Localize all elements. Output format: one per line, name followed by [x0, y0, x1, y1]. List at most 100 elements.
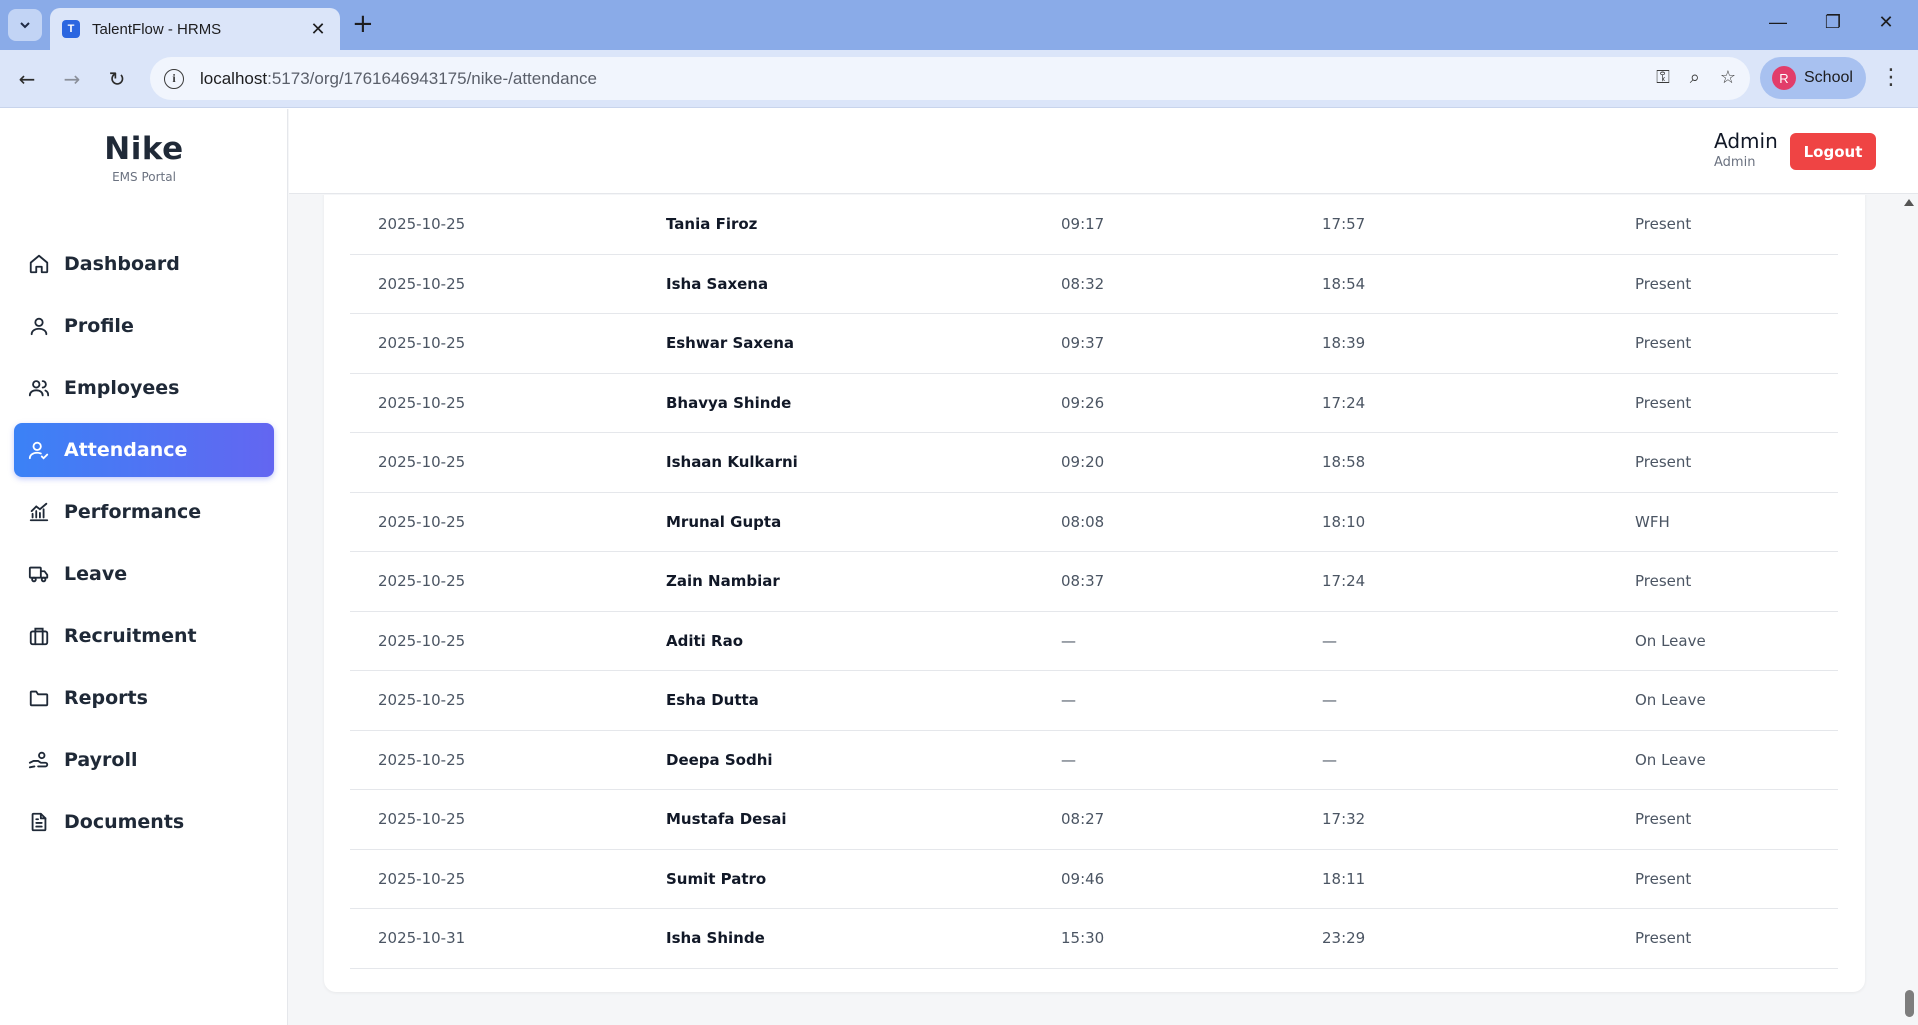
app-root: Nike EMS Portal Dashboard Profile Employ…: [0, 109, 1918, 1025]
sidebar-item-label: Payroll: [64, 749, 138, 771]
check-in-cell: 09:20: [1061, 453, 1105, 472]
status-cell: On Leave: [1635, 631, 1706, 650]
user-info: Admin Admin: [1714, 129, 1778, 170]
status-cell: On Leave: [1635, 691, 1706, 710]
tab-search-button[interactable]: [8, 9, 42, 41]
browser-toolbar: ← → ↻ i localhost:5173/org/1761646943175…: [0, 50, 1918, 108]
status-cell: Present: [1635, 810, 1692, 829]
new-tab-button[interactable]: +: [352, 10, 374, 38]
sidebar-item-employees[interactable]: Employees: [14, 361, 274, 415]
date-cell: 2025-10-25: [378, 274, 466, 293]
date-cell: 2025-10-25: [378, 572, 466, 591]
chevron-down-icon: [20, 22, 30, 29]
sidebar-nav: Dashboard Profile Employees Attendance P…: [14, 237, 274, 857]
page-scrollbar[interactable]: [1901, 195, 1918, 1025]
top-header: Admin Admin Logout: [289, 109, 1918, 194]
truck-icon: [28, 563, 50, 585]
star-icon[interactable]: ☆: [1720, 67, 1736, 88]
logout-button[interactable]: Logout: [1790, 133, 1876, 170]
status-cell: Present: [1635, 274, 1692, 293]
user-role: Admin: [1714, 155, 1756, 170]
brand-subtitle: EMS Portal: [112, 170, 176, 184]
sidebar-item-dashboard[interactable]: Dashboard: [14, 237, 274, 291]
sidebar-item-profile[interactable]: Profile: [14, 299, 274, 353]
date-cell: 2025-10-25: [378, 631, 466, 650]
url-text: localhost:5173/org/1761646943175/nike-/a…: [200, 69, 597, 89]
table-row: 2025-10-25 Ishaan Kulkarni 09:20 18:58 Prese…: [350, 433, 1838, 493]
sidebar-item-label: Leave: [64, 563, 128, 585]
tab-title: TalentFlow - HRMS: [92, 20, 222, 38]
sidebar-item-performance[interactable]: Performance: [14, 485, 274, 539]
window-close-icon[interactable]: ✕: [1874, 12, 1898, 33]
sidebar-item-label: Employees: [64, 377, 180, 399]
check-out-cell: —: [1322, 750, 1337, 769]
minimize-icon[interactable]: —: [1766, 12, 1790, 33]
user-check-icon: [28, 439, 50, 461]
date-cell: 2025-10-25: [378, 215, 466, 234]
close-icon[interactable]: ✕: [308, 19, 328, 40]
check-in-cell: 08:08: [1061, 512, 1105, 531]
table-row: 2025-10-25 Bhavya Shinde 09:26 17:24 Present: [350, 374, 1838, 433]
check-out-cell: 18:39: [1322, 334, 1366, 353]
table-row: 2025-10-25 Sumit Patro 09:46 18:11 Present: [350, 850, 1838, 909]
employee-name-cell: Aditi Rao: [666, 631, 743, 650]
sidebar-item-leave[interactable]: Leave: [14, 547, 274, 601]
url-host: localhost: [200, 68, 268, 88]
browser-tab[interactable]: T TalentFlow - HRMS ✕: [50, 8, 340, 50]
date-cell: 2025-10-25: [378, 869, 466, 888]
user-icon: [28, 315, 50, 337]
employee-name-cell: Isha Shinde: [666, 929, 765, 948]
chart-icon: [28, 501, 50, 523]
restore-icon[interactable]: ❐: [1821, 12, 1845, 33]
check-out-cell: —: [1322, 631, 1337, 650]
date-cell: 2025-10-25: [378, 453, 466, 472]
attendance-card: 2025-10-25 Tania Firoz 09:17 17:57 Present 20…: [324, 195, 1865, 992]
sidebar-item-reports[interactable]: Reports: [14, 671, 274, 725]
scroll-up-icon[interactable]: [1904, 199, 1914, 206]
date-cell: 2025-10-25: [378, 334, 466, 353]
table-row: 2025-10-25 Esha Dutta — — On Leave: [350, 671, 1838, 731]
more-menu-icon[interactable]: ⋮: [1880, 65, 1902, 90]
document-icon: [28, 811, 50, 833]
sidebar-item-documents[interactable]: Documents: [14, 795, 274, 849]
check-out-cell: 17:24: [1322, 572, 1366, 591]
check-in-cell: —: [1061, 691, 1076, 710]
forward-arrow-icon[interactable]: →: [58, 65, 86, 93]
home-icon: [28, 253, 50, 275]
check-in-cell: 09:46: [1061, 869, 1105, 888]
address-bar-actions: ⚿ ⌕ ☆: [1656, 67, 1736, 88]
address-bar[interactable]: i localhost:5173/org/1761646943175/nike-…: [150, 57, 1750, 100]
employee-name-cell: Sumit Patro: [666, 869, 767, 888]
date-cell: 2025-10-25: [378, 810, 466, 829]
scrollbar-thumb[interactable]: [1905, 990, 1914, 1017]
zoom-icon[interactable]: ⌕: [1690, 67, 1700, 88]
employee-name-cell: Isha Saxena: [666, 274, 769, 293]
check-out-cell: 18:58: [1322, 453, 1366, 472]
status-cell: Present: [1635, 334, 1692, 353]
date-cell: 2025-10-25: [378, 512, 466, 531]
table-row: 2025-10-25 Deepa Sodhi — — On Leave: [350, 731, 1838, 790]
sidebar-item-payroll[interactable]: Payroll: [14, 733, 274, 787]
back-arrow-icon[interactable]: ←: [13, 65, 41, 93]
url-path: :5173/org/1761646943175/nike-/attendance: [267, 68, 597, 88]
sidebar-item-attendance[interactable]: Attendance: [14, 423, 274, 477]
check-out-cell: 23:29: [1322, 929, 1366, 948]
status-cell: Present: [1635, 572, 1692, 591]
table-row: 2025-10-25 Mrunal Gupta 08:08 18:10 WFH: [350, 493, 1838, 552]
reload-icon[interactable]: ↻: [103, 65, 131, 93]
sidebar-item-label: Documents: [64, 811, 185, 833]
check-out-cell: 18:11: [1322, 869, 1366, 888]
profile-label: School: [1804, 69, 1853, 86]
date-cell: 2025-10-31: [378, 929, 466, 948]
status-cell: WFH: [1635, 512, 1670, 531]
profile-button[interactable]: R School: [1760, 57, 1866, 99]
key-icon[interactable]: ⚿: [1656, 67, 1670, 88]
check-in-cell: 09:17: [1061, 215, 1105, 234]
employee-name-cell: Zain Nambiar: [666, 572, 780, 591]
status-cell: Present: [1635, 869, 1692, 888]
sidebar-item-recruitment[interactable]: Recruitment: [14, 609, 274, 663]
sidebar-item-label: Dashboard: [64, 253, 180, 275]
sidebar-item-label: Recruitment: [64, 625, 197, 647]
site-info-icon[interactable]: i: [164, 68, 184, 89]
employee-name-cell: Tania Firoz: [666, 215, 758, 234]
